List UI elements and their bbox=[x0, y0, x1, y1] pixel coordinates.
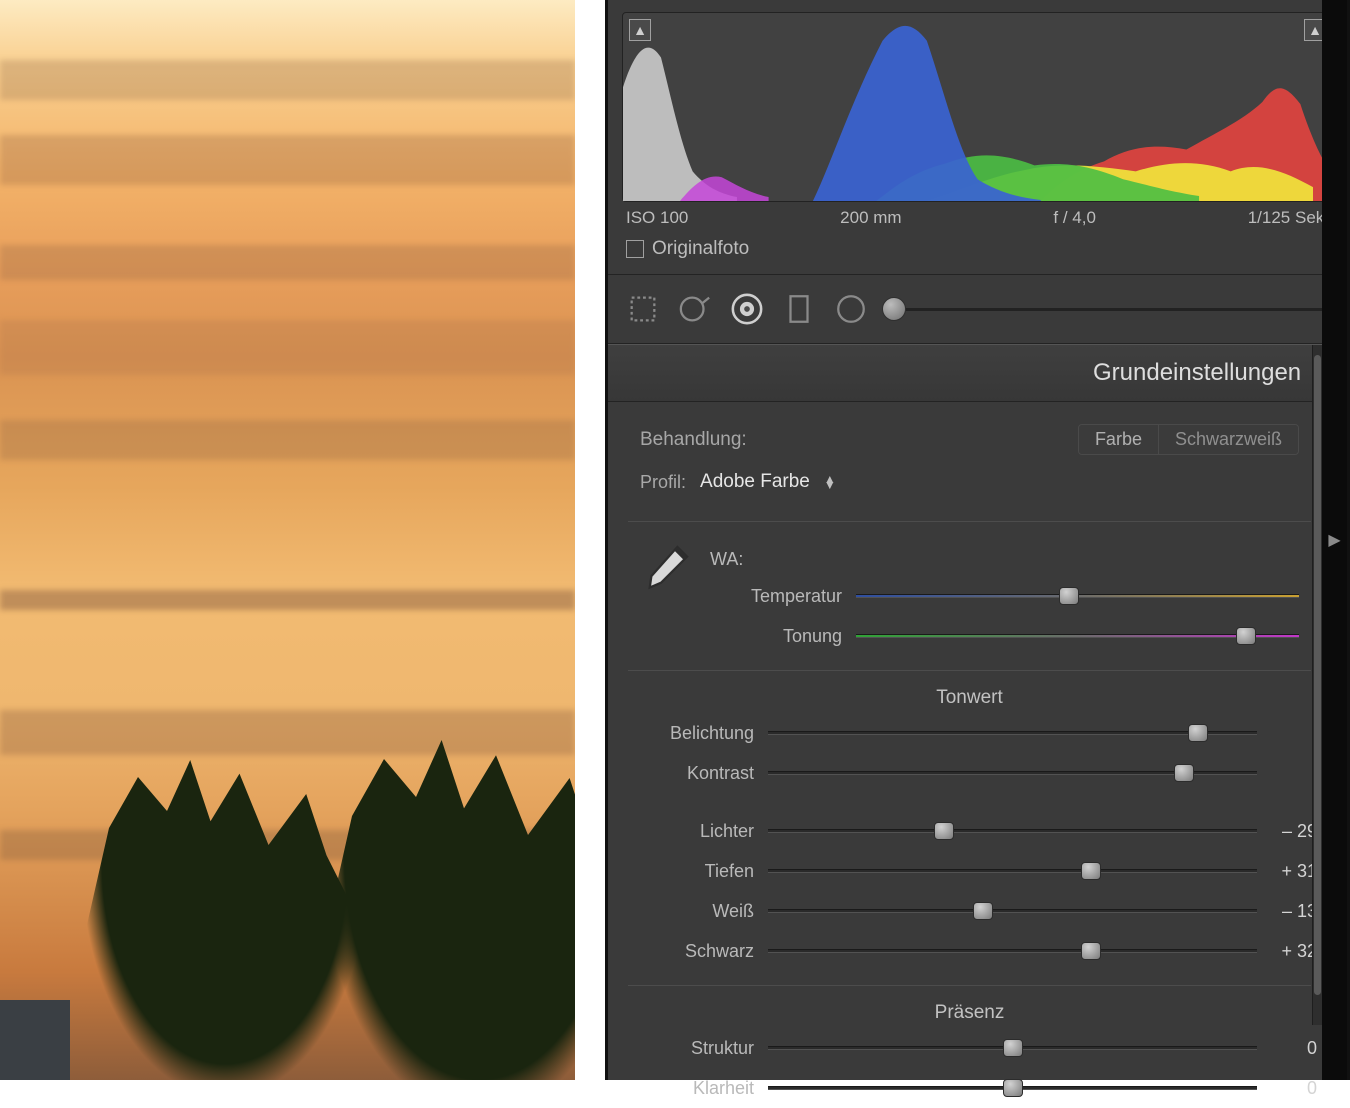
exposure-label: Belichtung bbox=[622, 723, 768, 744]
whites-value: – 13 bbox=[1257, 901, 1317, 922]
spot-removal-tool[interactable] bbox=[678, 292, 712, 326]
treatment-color-button[interactable]: Farbe bbox=[1079, 425, 1158, 454]
exif-shutter: 1/125 Sek. bbox=[1248, 208, 1329, 228]
treatment-bw-button[interactable]: Schwarzweiß bbox=[1158, 425, 1298, 454]
highlights-slider[interactable] bbox=[768, 820, 1257, 842]
contrast-slider[interactable] bbox=[768, 762, 1257, 784]
treatment-label: Behandlung: bbox=[640, 429, 747, 451]
develop-panel: ▲ ▲ ISO 100 200 mm f / 4,0 1/125 Sek. Or… bbox=[605, 0, 1350, 1080]
exif-aperture: f / 4,0 bbox=[1053, 208, 1096, 228]
profile-value[interactable]: Adobe Farbe bbox=[700, 471, 810, 493]
tint-label: Tonung bbox=[710, 626, 856, 647]
wb-label: WA: bbox=[710, 549, 743, 570]
shadows-value: + 31 bbox=[1257, 861, 1317, 882]
highlights-value: – 29 bbox=[1257, 821, 1317, 842]
clarity-value: 0 bbox=[1257, 1078, 1317, 1099]
white-balance-picker-icon[interactable] bbox=[640, 542, 692, 600]
blacks-label: Schwarz bbox=[622, 941, 768, 962]
blacks-slider[interactable] bbox=[768, 940, 1257, 962]
histogram[interactable]: ▲ ▲ bbox=[622, 12, 1333, 202]
exif-info: ISO 100 200 mm f / 4,0 1/125 Sek. bbox=[626, 208, 1329, 228]
blacks-value: + 32 bbox=[1257, 941, 1317, 962]
graduated-filter-tool[interactable] bbox=[782, 292, 816, 326]
basic-panel-title: Grundeinstellungen bbox=[1093, 359, 1301, 387]
clarity-label: Klarheit bbox=[622, 1078, 768, 1099]
profile-label: Profil: bbox=[640, 472, 686, 493]
whites-slider[interactable] bbox=[768, 900, 1257, 922]
texture-slider[interactable] bbox=[768, 1037, 1257, 1059]
shadows-label: Tiefen bbox=[622, 861, 768, 882]
exposure-slider[interactable] bbox=[768, 722, 1257, 744]
tint-slider[interactable] bbox=[856, 625, 1299, 647]
original-label: Originalfoto bbox=[652, 238, 749, 260]
temperature-slider[interactable] bbox=[856, 585, 1299, 607]
texture-value: 0 bbox=[1257, 1038, 1317, 1059]
local-tools-strip bbox=[608, 274, 1347, 344]
exif-focal: 200 mm bbox=[840, 208, 901, 228]
exif-iso: ISO 100 bbox=[626, 208, 688, 228]
crop-tool[interactable] bbox=[626, 292, 660, 326]
redeye-tool[interactable] bbox=[730, 292, 764, 326]
texture-label: Struktur bbox=[622, 1038, 768, 1059]
profile-stepper-icon[interactable]: ▲▼ bbox=[824, 476, 836, 488]
highlights-label: Lichter bbox=[622, 821, 768, 842]
presence-heading: Präsenz bbox=[622, 1002, 1317, 1024]
clarity-slider[interactable] bbox=[768, 1077, 1257, 1099]
panel-right-border: ▶ bbox=[1322, 0, 1347, 1080]
temperature-label: Temperatur bbox=[710, 586, 856, 607]
histogram-chart bbox=[623, 13, 1332, 201]
photo-preview bbox=[0, 0, 575, 1080]
adjustment-amount-slider[interactable] bbox=[886, 297, 1329, 321]
contrast-label: Kontrast bbox=[622, 763, 768, 784]
shadows-slider[interactable] bbox=[768, 860, 1257, 882]
tone-heading: Tonwert bbox=[622, 687, 1317, 709]
basic-panel-header[interactable]: Grundeinstellungen ▼ bbox=[608, 344, 1347, 402]
expand-panels-icon[interactable]: ▶ bbox=[1328, 530, 1340, 550]
whites-label: Weiß bbox=[622, 901, 768, 922]
original-checkbox[interactable] bbox=[626, 240, 644, 258]
panel-scrollbar[interactable] bbox=[1312, 345, 1322, 1025]
radial-filter-tool[interactable] bbox=[834, 292, 868, 326]
